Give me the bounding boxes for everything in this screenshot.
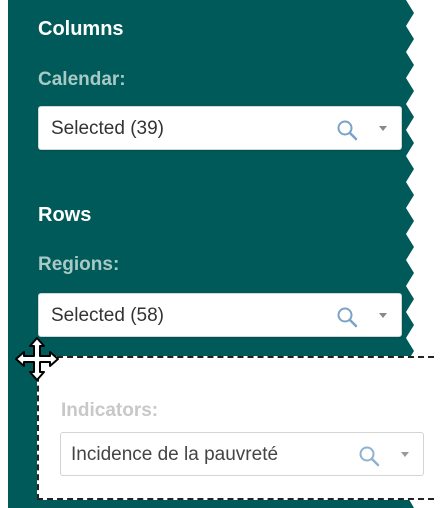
calendar-selected-value: Selected (39) <box>51 118 165 139</box>
chevron-down-icon[interactable] <box>379 313 387 318</box>
regions-select[interactable]: Selected (58) <box>38 293 402 337</box>
dimension-panel: Columns Calendar: Selected (39) Rows Reg… <box>0 0 440 508</box>
move-icon[interactable] <box>14 336 60 382</box>
calendar-select[interactable]: Selected (39) <box>38 106 402 150</box>
columns-title: Columns <box>38 18 124 40</box>
search-icon[interactable] <box>335 305 359 329</box>
chevron-down-icon[interactable] <box>379 126 387 131</box>
indicators-select[interactable]: Incidence de la pauvreté <box>60 432 424 476</box>
regions-label: Regions: <box>38 254 120 275</box>
indicators-drag-ghost[interactable] <box>37 356 434 500</box>
search-icon[interactable] <box>335 118 359 142</box>
rows-title: Rows <box>38 204 92 226</box>
regions-selected-value: Selected (58) <box>51 305 165 326</box>
indicators-selected-value: Incidence de la pauvreté <box>71 444 279 465</box>
chevron-down-icon[interactable] <box>401 452 409 457</box>
calendar-label: Calendar: <box>38 69 126 90</box>
indicators-label: Indicators: <box>61 400 159 421</box>
search-icon[interactable] <box>357 444 381 468</box>
